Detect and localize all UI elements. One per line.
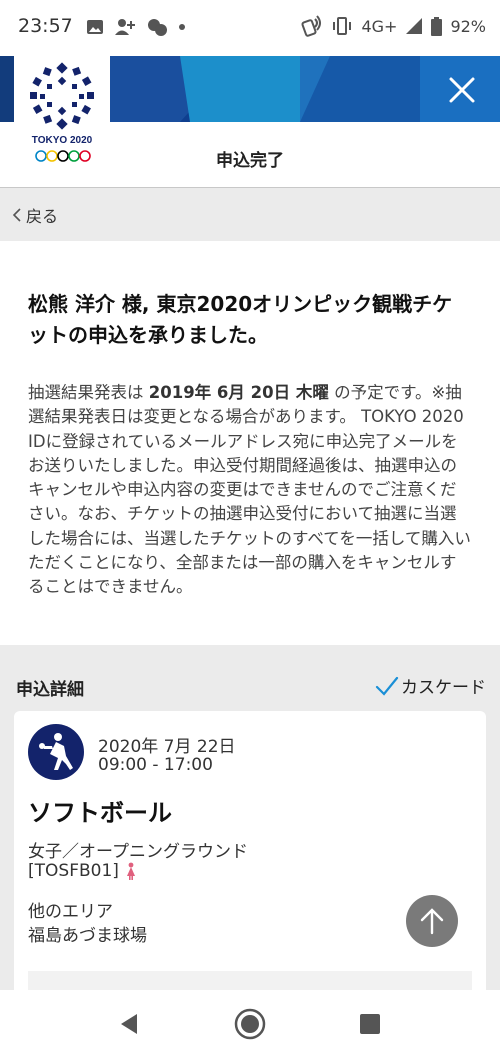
person-add-icon: [115, 19, 135, 35]
recents-icon[interactable]: [352, 1006, 388, 1042]
status-time: 23:57: [18, 15, 73, 37]
home-icon[interactable]: [232, 1006, 268, 1042]
softball-icon: [28, 724, 84, 780]
nfc-icon: [301, 15, 322, 37]
scroll-top-button[interactable]: [406, 895, 458, 947]
chat-bubbles-icon: [148, 19, 167, 36]
battery-percent: 92%: [450, 16, 486, 36]
event-round: 女子／オープニングラウンド: [28, 842, 248, 862]
details-title: 申込詳細: [16, 680, 84, 700]
back-bar: 戻る: [0, 189, 500, 241]
confirmation-title: 松熊 洋介 様, 東京2020オリンピック観戦チケットの申込を承りました。: [28, 292, 453, 347]
event-time: 09:00 - 17:00: [98, 755, 213, 775]
event-card[interactable]: 2020年 7月 22日 09:00 - 17:00 ソフトボール 女子／オープ…: [14, 711, 486, 1001]
signal-icon: [406, 18, 423, 34]
cascade-label: カスケード: [401, 678, 486, 698]
body-text-post: の予定です。※抽選結果発表日は変更となる場合があります。 TOKYO 2020 …: [28, 383, 471, 597]
close-icon[interactable]: [442, 70, 482, 110]
cascade-toggle[interactable]: カスケード: [375, 673, 486, 698]
event-code-row: [TOSFB01]: [28, 861, 137, 881]
arrow-up-icon: [420, 908, 444, 935]
chevron-left-icon: [12, 208, 21, 222]
back-button[interactable]: 戻る: [12, 203, 58, 227]
back-label: 戻る: [26, 207, 59, 226]
event-area: 他のエリア: [28, 902, 113, 922]
app-header: TOKYO 2020 申込完了: [0, 56, 500, 188]
page-title: 申込完了: [216, 151, 284, 171]
female-icon: [126, 862, 135, 880]
event-code: [TOSFB01]: [28, 861, 119, 881]
logo-text: TOKYO 2020: [32, 135, 93, 146]
confirmation-body: 抽選結果発表は 2019年 6月 20日 木曜 の予定です。※抽選結果発表日は変…: [28, 381, 472, 600]
body-text-pre: 抽選結果発表は: [28, 383, 149, 402]
event-date: 2020年 7月 22日: [98, 737, 236, 757]
confirmation-card: 松熊 洋介 様, 東京2020オリンピック観戦チケットの申込を承りました。 抽選…: [0, 241, 500, 645]
dot-icon: [179, 24, 185, 30]
event-venue: 福島あづま球場: [28, 926, 147, 946]
network-type: 4G+: [361, 16, 398, 36]
event-sport: ソフトボール: [28, 799, 172, 827]
battery-icon: [431, 16, 443, 36]
vibrate-icon: [333, 17, 352, 35]
status-bar: 23:57 4G+ 92%: [0, 0, 500, 56]
system-nav-bar: [0, 990, 500, 1056]
details-header: 申込詳細 カスケード: [0, 645, 500, 709]
check-icon: [375, 676, 399, 696]
announcement-date: 2019年 6月 20日 木曜: [148, 383, 329, 402]
back-triangle-icon[interactable]: [112, 1006, 148, 1042]
image-icon: [87, 20, 103, 34]
